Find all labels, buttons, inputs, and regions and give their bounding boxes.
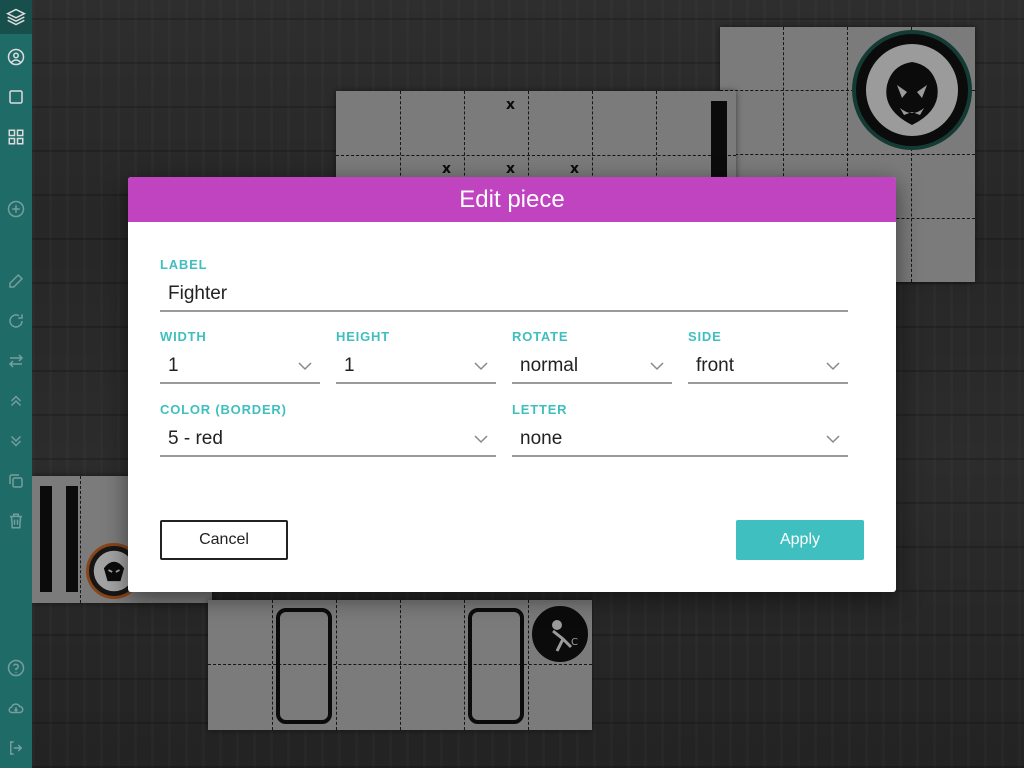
height-select[interactable]: 1 <box>336 350 496 384</box>
width-value: 1 <box>168 355 179 376</box>
grid-icon[interactable] <box>6 127 26 147</box>
side-caption: SIDE <box>688 329 722 344</box>
user-circle-icon[interactable] <box>6 47 26 67</box>
letter-caption: LETTER <box>512 402 568 417</box>
lower-icon[interactable] <box>6 431 26 451</box>
chevron-down-icon <box>298 362 312 371</box>
flip-icon[interactable] <box>6 351 26 371</box>
color-select[interactable]: 5 - red <box>160 423 496 457</box>
sidebar <box>0 0 32 768</box>
width-field: WIDTH 1 <box>160 329 320 384</box>
chevron-down-icon <box>650 362 664 371</box>
rotate-icon[interactable] <box>6 311 26 331</box>
side-field: SIDE front <box>688 329 848 384</box>
logout-icon[interactable] <box>6 738 26 758</box>
width-select[interactable]: 1 <box>160 350 320 384</box>
chevron-down-icon <box>474 435 488 444</box>
label-input[interactable]: Fighter <box>160 278 848 312</box>
cancel-button[interactable]: Cancel <box>160 520 288 560</box>
letter-value: none <box>520 428 563 449</box>
clone-icon[interactable] <box>6 471 26 491</box>
help-icon[interactable] <box>6 658 26 678</box>
label-field: LABEL Fighter <box>160 257 848 312</box>
side-select[interactable]: front <box>688 350 848 384</box>
side-value: front <box>696 355 735 376</box>
layers-icon[interactable] <box>0 0 32 34</box>
rotate-field: ROTATE normal <box>512 329 672 384</box>
dialog-title: Edit piece <box>128 177 896 222</box>
letter-select[interactable]: none <box>512 423 848 457</box>
color-value: 5 - red <box>168 428 223 449</box>
chevron-down-icon <box>826 435 840 444</box>
height-caption: HEIGHT <box>336 329 390 344</box>
rotate-caption: ROTATE <box>512 329 569 344</box>
label-value: Fighter <box>168 283 228 304</box>
apply-button[interactable]: Apply <box>736 520 864 560</box>
rotate-select[interactable]: normal <box>512 350 672 384</box>
delete-icon[interactable] <box>6 511 26 531</box>
label-caption: LABEL <box>160 257 208 272</box>
rotate-value: normal <box>520 355 579 376</box>
color-field: COLOR (BORDER) 5 - red <box>160 402 496 457</box>
cloud-icon[interactable] <box>6 698 26 718</box>
color-caption: COLOR (BORDER) <box>160 402 287 417</box>
chevron-down-icon <box>826 362 840 371</box>
square-icon[interactable] <box>6 87 26 107</box>
edit-piece-dialog: Edit piece LABEL Fighter WIDTH 1 HEIGHT … <box>128 177 896 592</box>
edit-icon[interactable] <box>6 271 26 291</box>
height-value: 1 <box>344 355 355 376</box>
letter-field: LETTER none <box>512 402 848 457</box>
add-circle-icon[interactable] <box>6 199 26 219</box>
chevron-down-icon <box>474 362 488 371</box>
height-field: HEIGHT 1 <box>336 329 496 384</box>
width-caption: WIDTH <box>160 329 207 344</box>
raise-icon[interactable] <box>6 391 26 411</box>
